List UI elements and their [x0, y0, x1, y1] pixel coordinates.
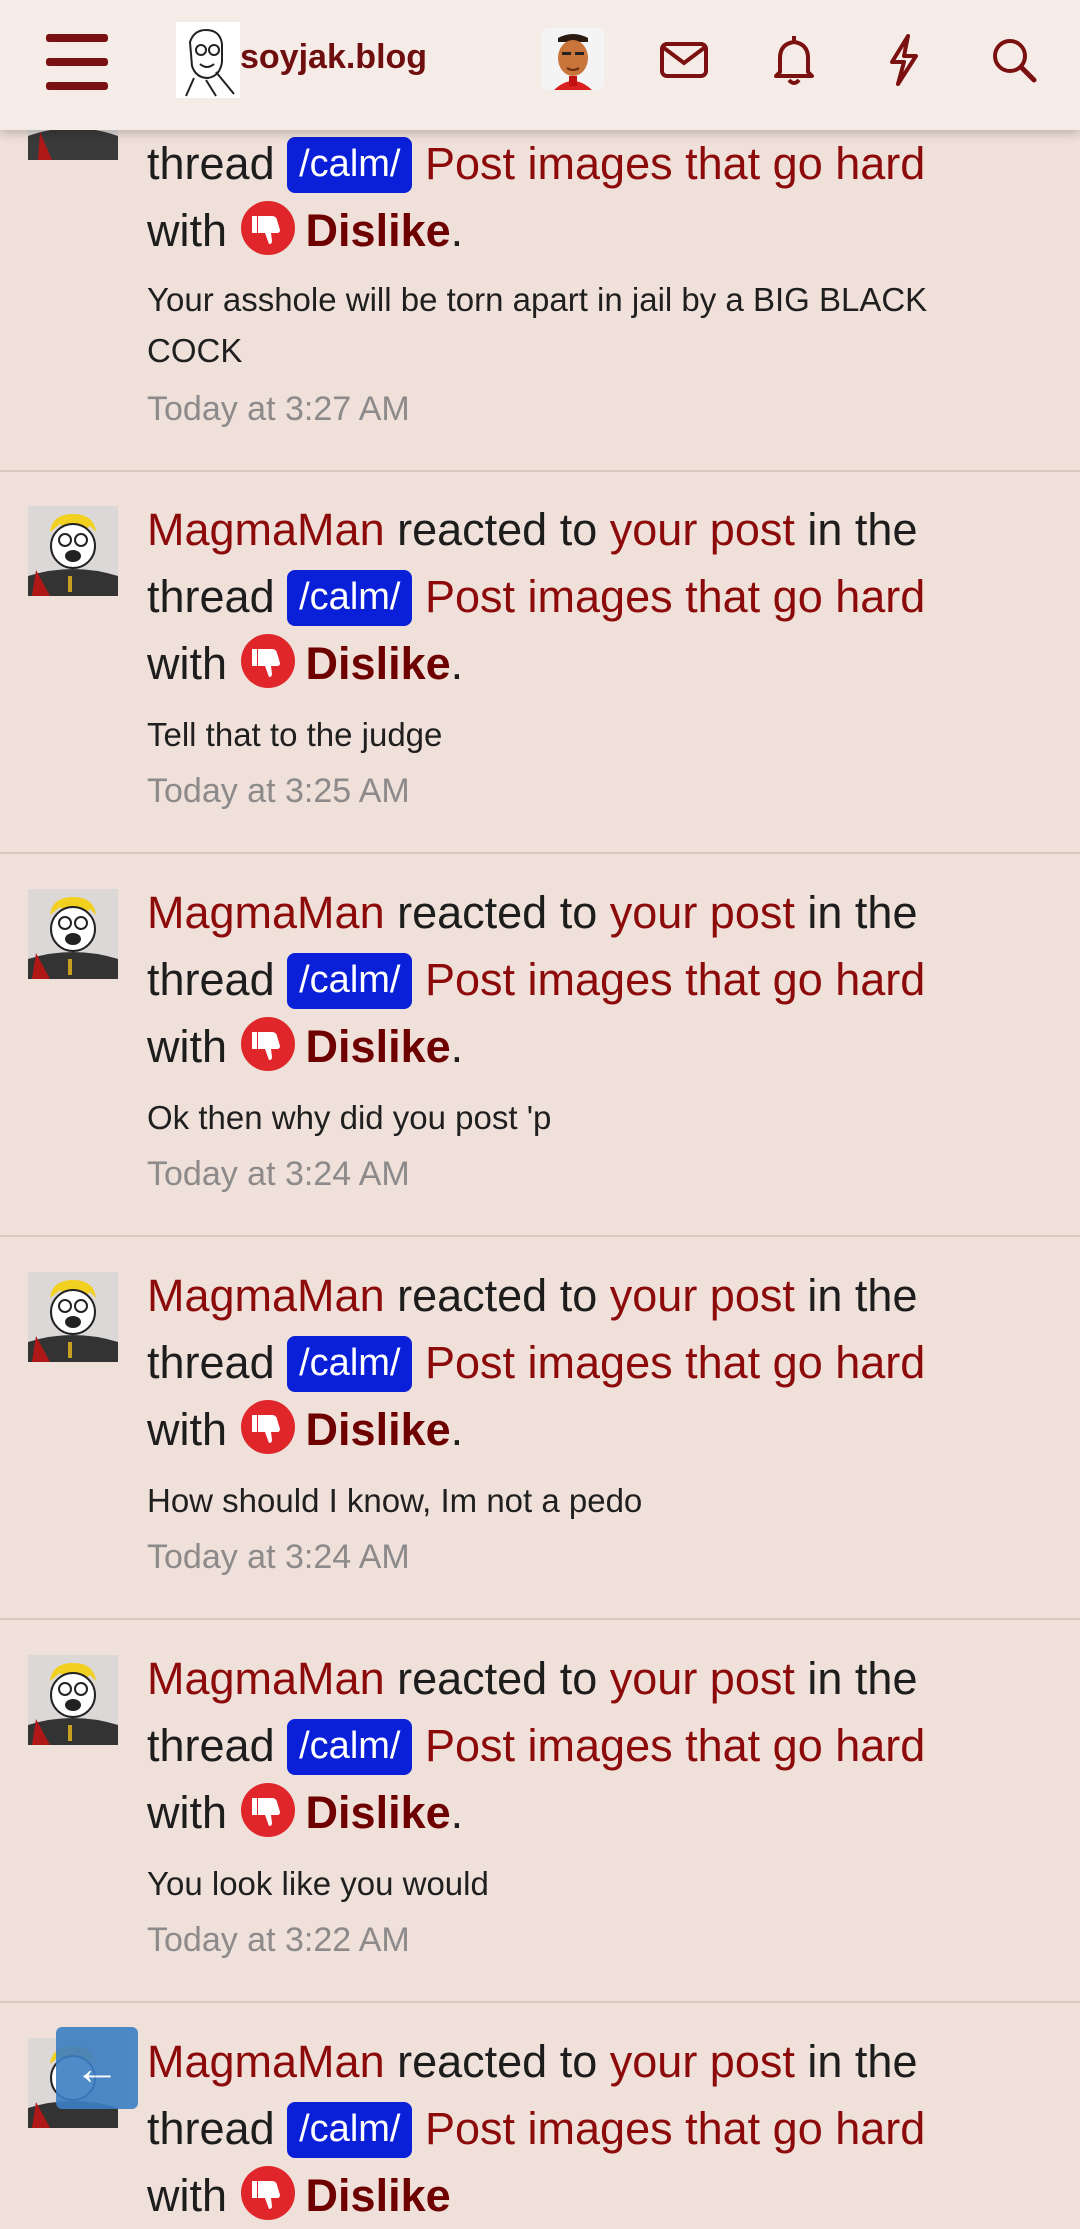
mail-icon[interactable] — [658, 30, 710, 90]
post-snippet: How should I know, Im not a pedo — [147, 1482, 643, 1519]
with-word: with — [147, 205, 228, 256]
thread-title-link[interactable]: Post images that go hard — [425, 1720, 925, 1771]
timestamp[interactable]: Today at 3:27 AM — [147, 390, 410, 429]
avatar[interactable] — [28, 506, 118, 596]
arrow-left-icon: ← — [74, 2042, 120, 2094]
back-button[interactable]: ← — [56, 2027, 138, 2109]
top-bar: soyjak.blog — [0, 0, 1080, 130]
reacted-text: reacted to — [397, 2036, 598, 2087]
period: . — [450, 1021, 464, 1072]
user-link[interactable]: MagmaMan — [147, 2036, 385, 2087]
user-link[interactable]: MagmaMan — [147, 1653, 385, 1704]
reacted-text: reacted to — [397, 1653, 598, 1704]
thread-title-link[interactable]: Post images that go hard — [425, 2103, 925, 2154]
notification-item[interactable]: MagmaMan reacted to your post in the thr… — [0, 472, 1080, 854]
period: . — [450, 205, 464, 256]
notification-item[interactable]: MagmaMan reacted to your post in the thr… — [0, 1238, 1080, 1620]
period: . — [450, 638, 464, 689]
with-word: with — [147, 638, 228, 689]
avatar[interactable] — [28, 1272, 118, 1362]
reaction-label: Dislike — [305, 205, 451, 256]
your-post-link[interactable]: your post — [610, 887, 795, 938]
timestamp[interactable]: Today at 3:24 AM — [147, 1155, 410, 1194]
lightning-icon[interactable] — [878, 30, 930, 90]
reacted-text: reacted to — [397, 1270, 598, 1321]
with-word: with — [147, 1404, 228, 1455]
search-icon[interactable] — [988, 30, 1040, 90]
with-word: with — [147, 1021, 228, 1072]
thread-word: thread — [147, 2103, 275, 2154]
notification-item[interactable]: MagmaMan reacted to your post in the thr… — [0, 1621, 1080, 2003]
thread-title-link[interactable]: Post images that go hard — [425, 1337, 925, 1388]
reacted-text: reacted to — [397, 887, 598, 938]
thumbs-down-icon — [240, 1017, 295, 1071]
thread-word: thread — [147, 1337, 275, 1388]
thread-word: thread — [147, 954, 275, 1005]
user-link[interactable]: MagmaMan — [147, 887, 385, 938]
period: . — [450, 1404, 464, 1455]
thread-prefix-tag[interactable]: /calm/ — [287, 570, 413, 626]
reaction-label: Dislike — [305, 2170, 451, 2221]
with-word: with — [147, 1787, 228, 1838]
thread-prefix-tag[interactable]: /calm/ — [287, 1336, 413, 1392]
post-snippet: You look like you would — [147, 1865, 489, 1902]
with-word: with — [147, 2170, 228, 2221]
thread-title-link[interactable]: Post images that go hard — [425, 571, 925, 622]
your-post-link[interactable]: your post — [610, 504, 795, 555]
user-link[interactable]: MagmaMan — [147, 504, 385, 555]
thumbs-down-icon — [240, 201, 295, 255]
thread-prefix-tag[interactable]: /calm/ — [287, 137, 413, 193]
reaction-label: Dislike — [305, 1404, 451, 1455]
reaction-label: Dislike — [305, 1021, 451, 1072]
in-the-text: in the — [807, 1270, 918, 1321]
thumbs-down-icon — [240, 634, 295, 688]
thread-prefix-tag[interactable]: /calm/ — [287, 953, 413, 1009]
thread-word: thread — [147, 138, 275, 189]
in-the-text: in the — [807, 2036, 918, 2087]
post-snippet: Your asshole will be torn apart in jail … — [147, 281, 928, 369]
post-snippet: Ok then why did you post 'p — [147, 1099, 552, 1136]
in-the-text: in the — [807, 1653, 918, 1704]
thumbs-down-icon — [240, 1783, 295, 1837]
reaction-label: Dislike — [305, 1787, 451, 1838]
notification-item[interactable]: MagmaMan reacted to your post in the thr… — [0, 855, 1080, 1237]
timestamp[interactable]: Today at 3:24 AM — [147, 1538, 410, 1577]
avatar[interactable] — [28, 889, 118, 979]
avatar[interactable] — [28, 1655, 118, 1745]
thread-word: thread — [147, 571, 275, 622]
in-the-text: in the — [807, 887, 918, 938]
your-post-link[interactable]: your post — [610, 2036, 795, 2087]
reaction-label: Dislike — [305, 638, 451, 689]
thread-title-link[interactable]: Post images that go hard — [425, 138, 925, 189]
your-post-link[interactable]: your post — [610, 1653, 795, 1704]
user-avatar[interactable] — [542, 28, 604, 90]
in-the-text: in the — [807, 504, 918, 555]
your-post-link[interactable]: your post — [610, 1270, 795, 1321]
soyjak-logo-icon[interactable] — [176, 22, 240, 98]
notification-item[interactable]: MagmaMan reacted to your post in the thr… — [0, 2004, 1080, 2221]
reacted-text: reacted to — [397, 504, 598, 555]
thread-word: thread — [147, 1720, 275, 1771]
thumbs-down-icon — [240, 1400, 295, 1454]
thread-prefix-tag[interactable]: /calm/ — [287, 2102, 413, 2158]
timestamp[interactable]: Today at 3:22 AM — [147, 1921, 410, 1960]
thread-prefix-tag[interactable]: /calm/ — [287, 1719, 413, 1775]
thumbs-down-icon — [240, 2166, 295, 2220]
menu-icon[interactable] — [46, 34, 108, 90]
timestamp[interactable]: Today at 3:25 AM — [147, 772, 410, 811]
bell-icon[interactable] — [768, 30, 820, 90]
post-snippet: Tell that to the judge — [147, 716, 443, 753]
site-name[interactable]: soyjak.blog — [240, 38, 427, 77]
thread-title-link[interactable]: Post images that go hard — [425, 954, 925, 1005]
user-link[interactable]: MagmaMan — [147, 1270, 385, 1321]
period: . — [450, 1787, 464, 1838]
